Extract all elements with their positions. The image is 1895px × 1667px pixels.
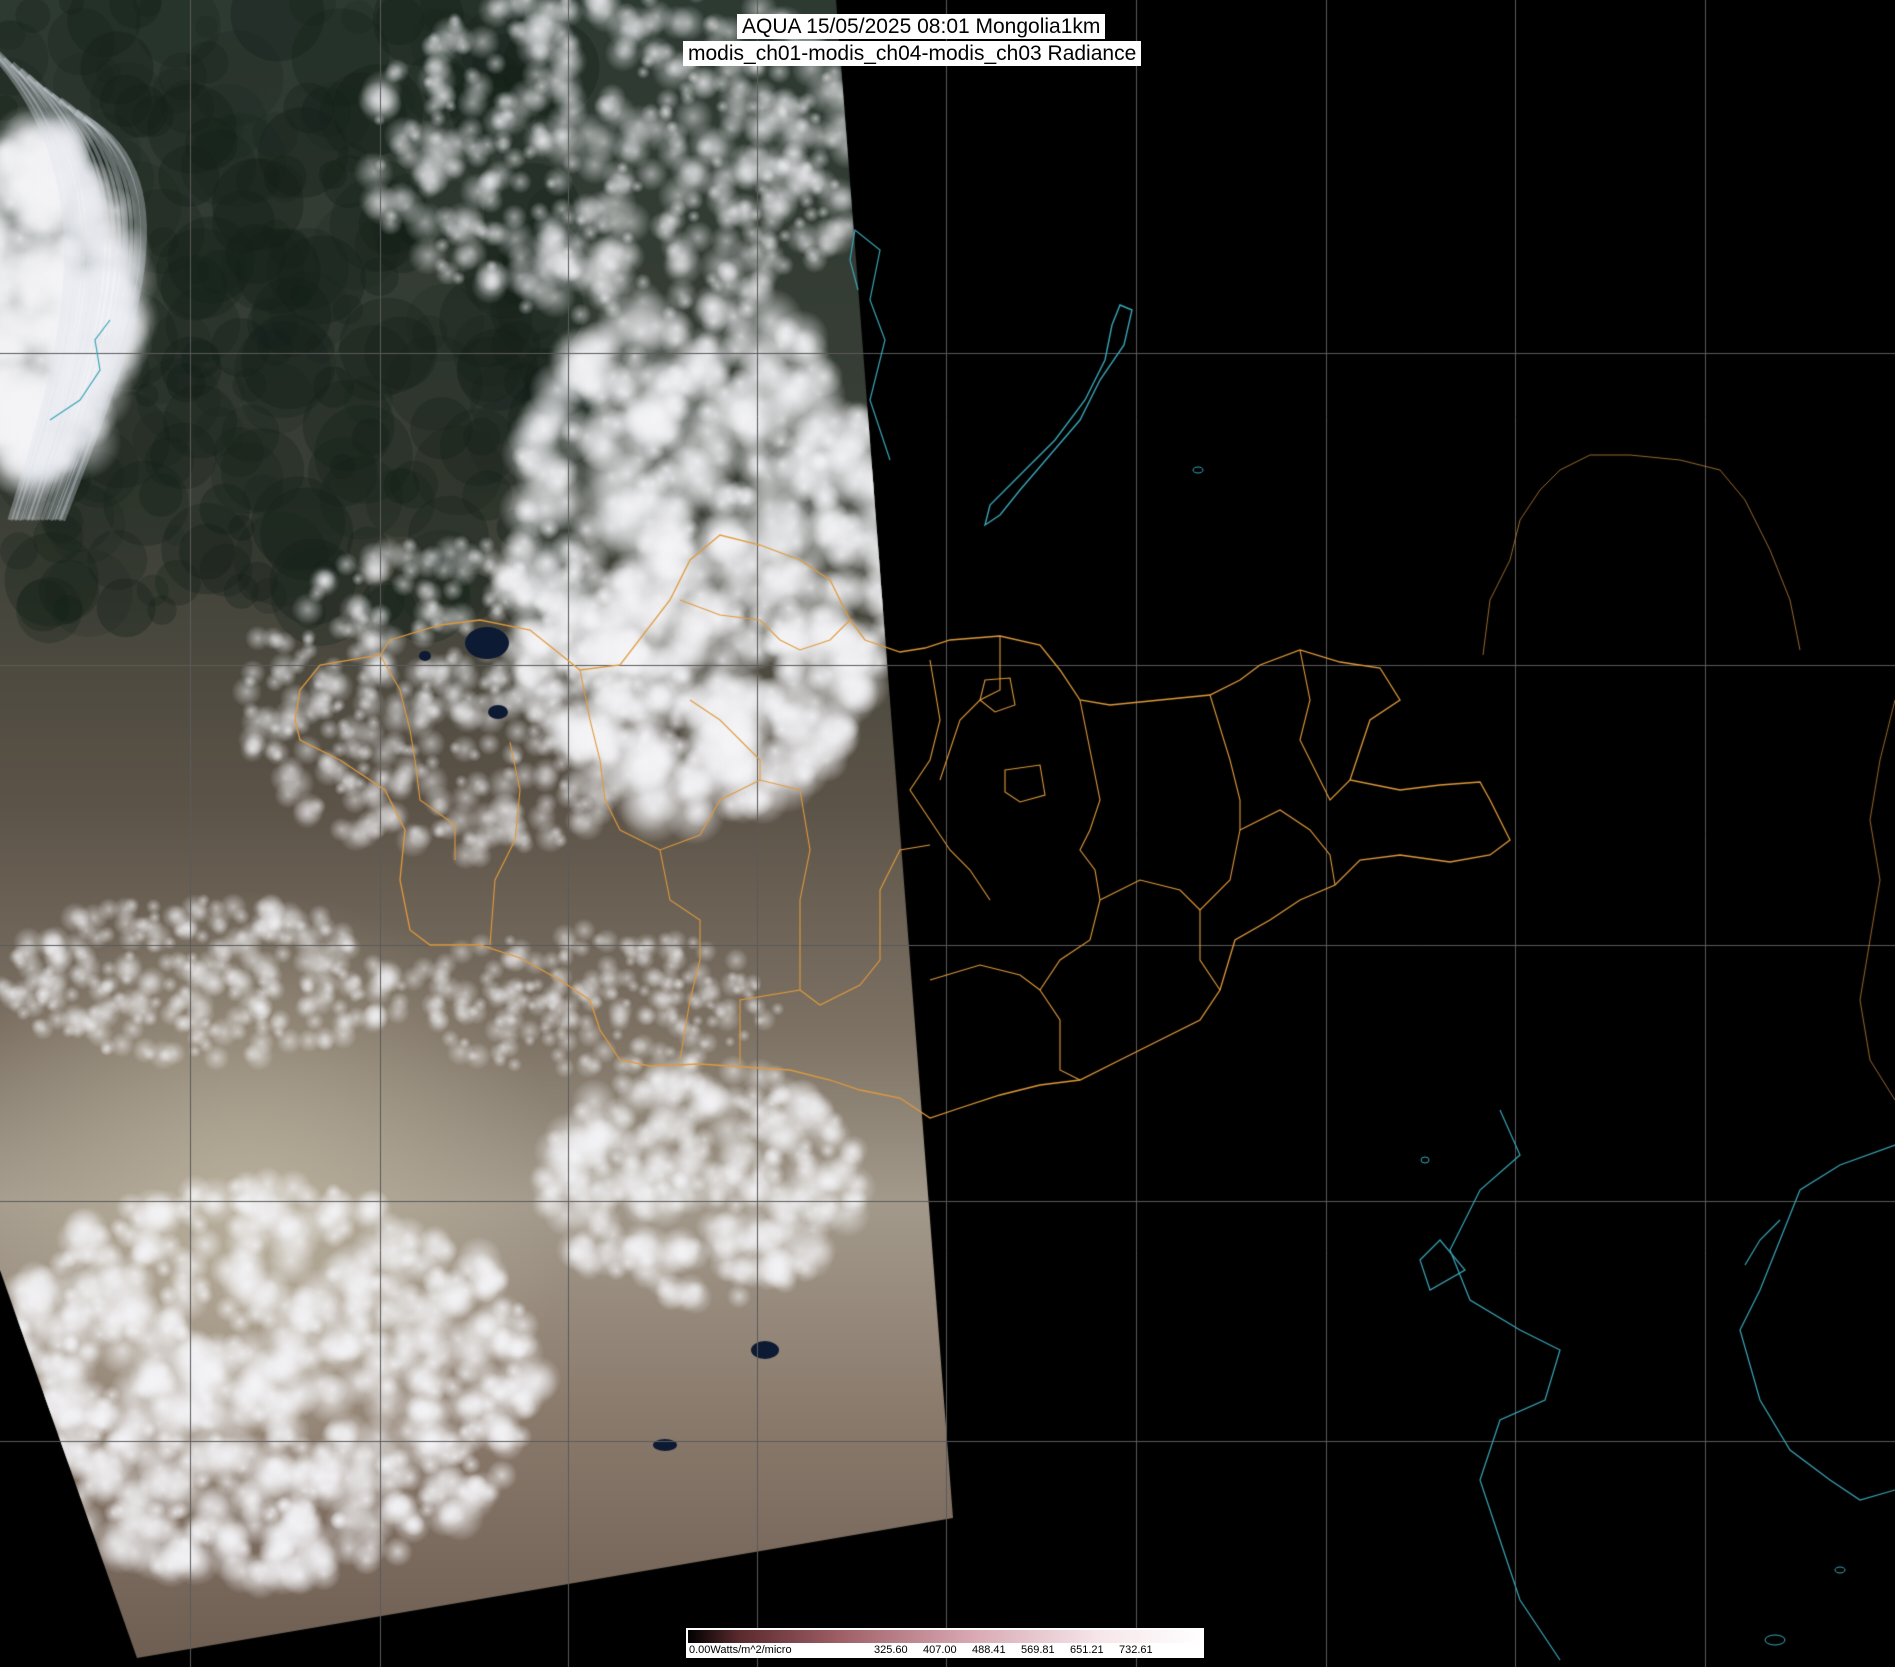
colorbar-label: 488.41: [972, 1644, 1006, 1656]
colorbar-label: 325.60: [874, 1644, 908, 1656]
colorbar-label: 407.00: [923, 1644, 957, 1656]
colorbar-label: 651.21: [1070, 1644, 1104, 1656]
colorbar-label: 0.00Watts/m^2/micro: [689, 1644, 792, 1656]
satellite-map: [0, 0, 1895, 1667]
colorbar-label: 569.81: [1021, 1644, 1055, 1656]
image-title-line-2: modis_ch01-modis_ch04-modis_ch03 Radianc…: [683, 41, 1142, 66]
image-title-line-1: AQUA 15/05/2025 08:01 Mongolia1km: [737, 14, 1106, 39]
colorbar-gradient: [688, 1630, 1202, 1643]
colorbar-label: 732.61: [1119, 1644, 1153, 1656]
colorbar-legend: 0.00Watts/m^2/micro 325.60 407.00 488.41…: [686, 1628, 1204, 1658]
